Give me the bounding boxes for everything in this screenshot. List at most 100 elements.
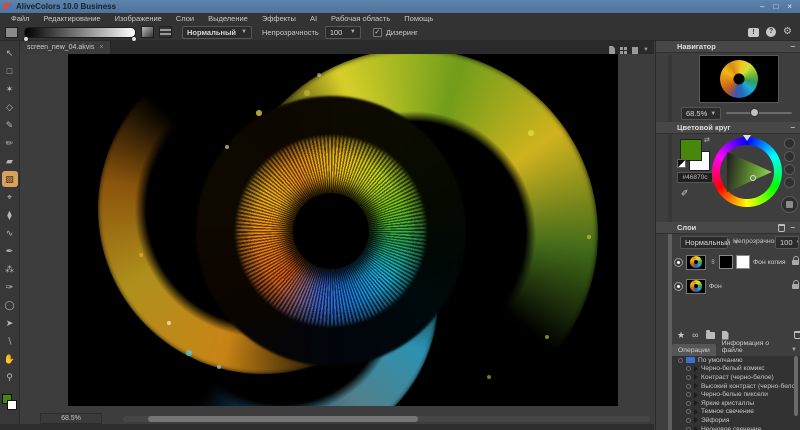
zoom-status[interactable]: 68.5%: [40, 413, 102, 424]
gradient-type-button[interactable]: [141, 26, 154, 38]
layer-name[interactable]: Фон: [709, 283, 789, 290]
color-wheel-header[interactable]: Цветовой круг −: [656, 122, 800, 134]
radio-icon[interactable]: [686, 401, 691, 406]
navigator-zoom-slider[interactable]: [726, 112, 792, 114]
radio-icon[interactable]: [686, 427, 691, 430]
operation-item[interactable]: Черно-белый комикс: [672, 365, 800, 374]
menu-layers[interactable]: Слои: [169, 13, 201, 24]
menu-workspace[interactable]: Рабочая область: [324, 13, 397, 24]
wheel-mode-button-1[interactable]: [784, 138, 795, 149]
menu-image[interactable]: Изображение: [108, 13, 169, 24]
expander-icon[interactable]: [694, 374, 698, 380]
expander-icon[interactable]: [694, 383, 698, 389]
new-view-icon[interactable]: [609, 46, 615, 54]
opacity-input[interactable]: 100 ▼: [325, 26, 361, 39]
gradient-mode-button[interactable]: [159, 26, 172, 38]
operation-item[interactable]: Черно-белые пиксели: [672, 390, 800, 399]
menu-file[interactable]: Файл: [4, 13, 36, 24]
help-icon[interactable]: ?: [766, 27, 776, 37]
clone-stamp-tool[interactable]: ⌖: [2, 188, 18, 206]
eyedropper-tool[interactable]: ∖: [2, 332, 18, 350]
collapse-icon[interactable]: −: [790, 223, 795, 232]
radio-icon[interactable]: [686, 418, 691, 423]
minimize-button[interactable]: –: [760, 1, 764, 13]
color-picker-dot[interactable]: [750, 175, 756, 181]
zoom-tool[interactable]: ⚲: [2, 368, 18, 386]
menu-edit[interactable]: Редактирование: [36, 13, 107, 24]
chevron-down-icon[interactable]: ▼: [643, 47, 649, 53]
wheel-mode-button-2[interactable]: [784, 151, 795, 162]
pencil-tool[interactable]: ✏: [2, 134, 18, 152]
layer-opacity-input[interactable]: 100 ▼: [775, 236, 799, 249]
gradient-preview-button[interactable]: [5, 27, 18, 38]
operation-item[interactable]: Эйфория: [672, 416, 800, 425]
maximize-button[interactable]: □: [773, 1, 778, 13]
navigator-zoom-select[interactable]: 68.5% ▼: [681, 107, 721, 120]
lock-icon[interactable]: [792, 260, 799, 265]
delete-layer-icon[interactable]: [778, 224, 785, 232]
radio-icon[interactable]: [686, 375, 691, 380]
layer-row-fon[interactable]: Фон: [674, 275, 800, 297]
operation-item[interactable]: Высокий контраст (черно-бело: [672, 382, 800, 391]
expander-icon[interactable]: [694, 366, 698, 372]
gradient-fill-tool[interactable]: ▧: [2, 171, 18, 187]
navigator-zoom-slider-handle[interactable]: [750, 108, 759, 117]
document-image[interactable]: [68, 54, 618, 406]
spray-tool[interactable]: ⁂: [2, 260, 18, 278]
smudge-tool[interactable]: ∿: [2, 224, 18, 242]
collapse-icon[interactable]: −: [790, 42, 795, 51]
radio-icon[interactable]: [686, 392, 691, 397]
ellipse-tool[interactable]: ◯: [2, 296, 18, 314]
color-swatches[interactable]: [1, 394, 19, 414]
foreground-color-swatch[interactable]: [680, 139, 702, 161]
document-tab[interactable]: screen_new_04.akvis ×: [20, 41, 111, 54]
blur-tool[interactable]: ⧫: [2, 206, 18, 224]
operations-scrollbar[interactable]: [794, 356, 798, 416]
canvas-area[interactable]: [20, 54, 654, 430]
layer-thumbnail[interactable]: [686, 279, 706, 294]
tab-operations[interactable]: Операции: [672, 344, 716, 356]
tab-close-icon[interactable]: ×: [99, 44, 103, 51]
expander-icon[interactable]: [694, 400, 698, 406]
layer-mask-thumbnail-2[interactable]: [736, 255, 750, 269]
lock-icon[interactable]: [792, 284, 799, 289]
background-color-swatch[interactable]: [7, 400, 17, 410]
eraser-tool[interactable]: ▰: [2, 152, 18, 170]
default-colors-icon[interactable]: [677, 159, 686, 168]
layer-thumbnail[interactable]: [686, 255, 706, 270]
blend-mode-select[interactable]: Нормальный ▼: [182, 26, 252, 39]
radio-icon[interactable]: [686, 366, 691, 371]
settings-gear-icon[interactable]: ⚙: [783, 27, 792, 37]
dithering-checkbox[interactable]: ✓: [373, 28, 382, 37]
feedback-icon[interactable]: !: [748, 28, 759, 37]
color-libraries-button[interactable]: [781, 196, 798, 213]
tab-file-info[interactable]: Информация о файле: [716, 337, 791, 356]
operation-item-default[interactable]: По умолчанию: [672, 356, 800, 365]
menu-help[interactable]: Помощь: [397, 13, 440, 24]
menu-selection[interactable]: Выделение: [201, 13, 255, 24]
layer-name[interactable]: Фон копия: [753, 259, 789, 266]
collapse-icon[interactable]: −: [790, 123, 795, 132]
lasso-tool[interactable]: ◇: [2, 98, 18, 116]
expander-icon[interactable]: [694, 417, 698, 423]
selection-tool[interactable]: □: [2, 62, 18, 80]
radio-icon[interactable]: [686, 384, 691, 389]
expander-icon[interactable]: [694, 409, 698, 415]
layer-visibility-icon[interactable]: [674, 282, 683, 291]
menu-effects[interactable]: Эффекты: [255, 13, 303, 24]
layers-header[interactable]: Слои −: [656, 222, 800, 234]
hex-color-value[interactable]: #46870c: [677, 172, 713, 183]
hue-marker[interactable]: [743, 135, 751, 141]
panel-toggle-icon[interactable]: [632, 47, 638, 54]
pen-tool[interactable]: ✑: [2, 278, 18, 296]
swap-colors-icon[interactable]: ⇄: [704, 136, 710, 144]
move-tool[interactable]: ↖: [2, 44, 18, 62]
expander-icon[interactable]: [694, 392, 698, 398]
radio-icon[interactable]: [686, 409, 691, 414]
color-wheel[interactable]: [712, 137, 782, 207]
arrow-tool[interactable]: ➤: [2, 314, 18, 332]
wheel-mode-button-3[interactable]: [784, 164, 795, 175]
menu-ai[interactable]: AI: [303, 13, 324, 24]
layer-mask-link-icon[interactable]: ∞: [709, 259, 716, 266]
gradient-editor-bar[interactable]: [24, 27, 136, 38]
